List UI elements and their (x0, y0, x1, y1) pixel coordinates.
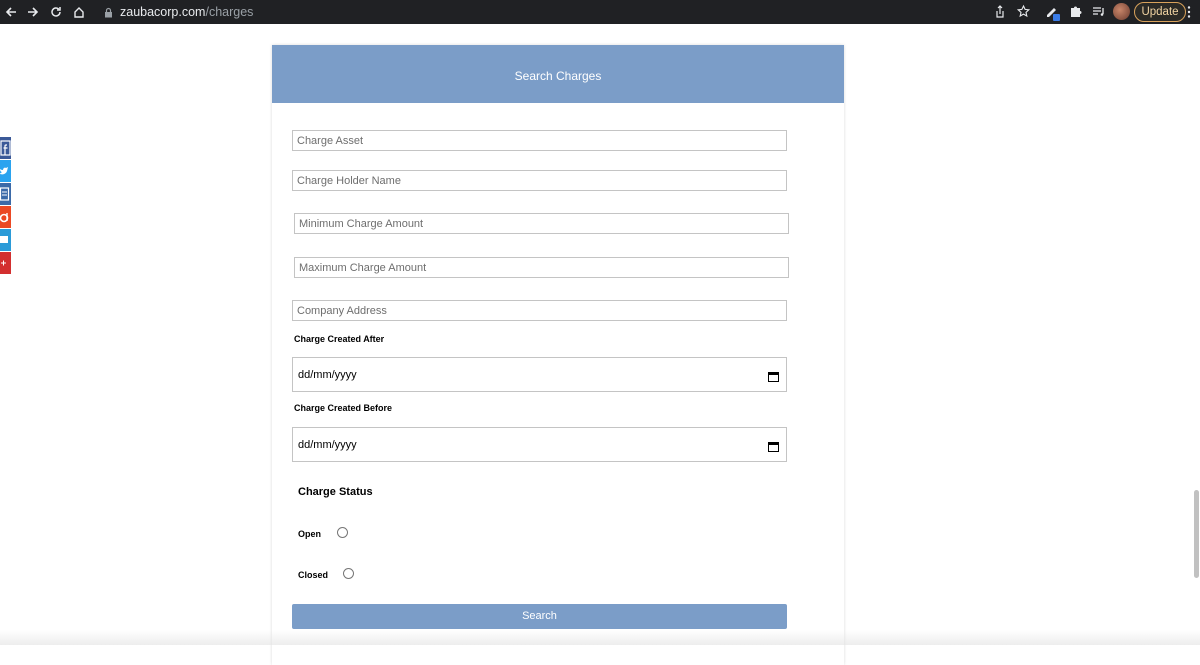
created-after-value: dd/mm/yyyy (298, 369, 357, 381)
status-closed-radio[interactable] (343, 568, 354, 579)
status-open-label: Open (298, 529, 322, 539)
print-icon[interactable] (0, 183, 11, 205)
url-path: /charges (205, 5, 254, 19)
charge-status-heading: Charge Status (298, 486, 373, 498)
created-before-label: Charge Created Before (294, 403, 393, 413)
more-share-icon[interactable] (0, 252, 11, 274)
lock-icon (104, 7, 116, 18)
charge-asset-input[interactable] (292, 130, 787, 151)
address-bar[interactable]: zaubacorp.com/charges (104, 4, 253, 20)
social-share-bar (0, 137, 11, 275)
share-icon[interactable] (994, 3, 1006, 21)
extensions-puzzle-icon[interactable] (1069, 3, 1082, 21)
calendar-icon[interactable] (768, 439, 779, 457)
url-domain: zaubacorp.com (120, 5, 206, 19)
browser-toolbar: zaubacorp.com/charges Update (0, 0, 1200, 24)
page-scrollbar[interactable] (1194, 490, 1199, 578)
card-title: Search Charges (272, 45, 844, 103)
minimum-charge-amount-input[interactable] (294, 213, 789, 234)
calendar-icon[interactable] (768, 369, 779, 387)
extension-pen-icon[interactable] (1045, 3, 1061, 21)
charge-holder-name-input[interactable] (292, 170, 787, 191)
profile-avatar[interactable] (1113, 3, 1130, 20)
media-queue-icon[interactable] (1092, 3, 1105, 21)
bottom-fade (0, 630, 1200, 645)
maximum-charge-amount-input[interactable] (294, 257, 789, 278)
created-after-date-input[interactable]: dd/mm/yyyy (292, 357, 787, 392)
reload-icon[interactable] (47, 3, 65, 21)
bookmark-star-icon[interactable] (1017, 3, 1030, 21)
update-button[interactable]: Update (1134, 2, 1186, 22)
created-before-date-input[interactable]: dd/mm/yyyy (292, 427, 787, 462)
created-after-label: Charge Created After (294, 334, 385, 344)
status-open-radio[interactable] (337, 527, 348, 538)
back-icon[interactable] (2, 3, 20, 21)
home-icon[interactable] (70, 3, 88, 21)
company-address-input[interactable] (292, 300, 787, 321)
facebook-icon[interactable] (0, 137, 11, 159)
browser-menu-icon[interactable] (1184, 3, 1194, 21)
forward-icon[interactable] (24, 3, 42, 21)
stumbleupon-icon[interactable] (0, 206, 11, 228)
twitter-icon[interactable] (0, 160, 11, 182)
search-button[interactable]: Search (292, 604, 787, 629)
created-before-value: dd/mm/yyyy (298, 439, 357, 451)
email-icon[interactable] (0, 229, 11, 251)
status-closed-label: Closed (298, 570, 329, 580)
